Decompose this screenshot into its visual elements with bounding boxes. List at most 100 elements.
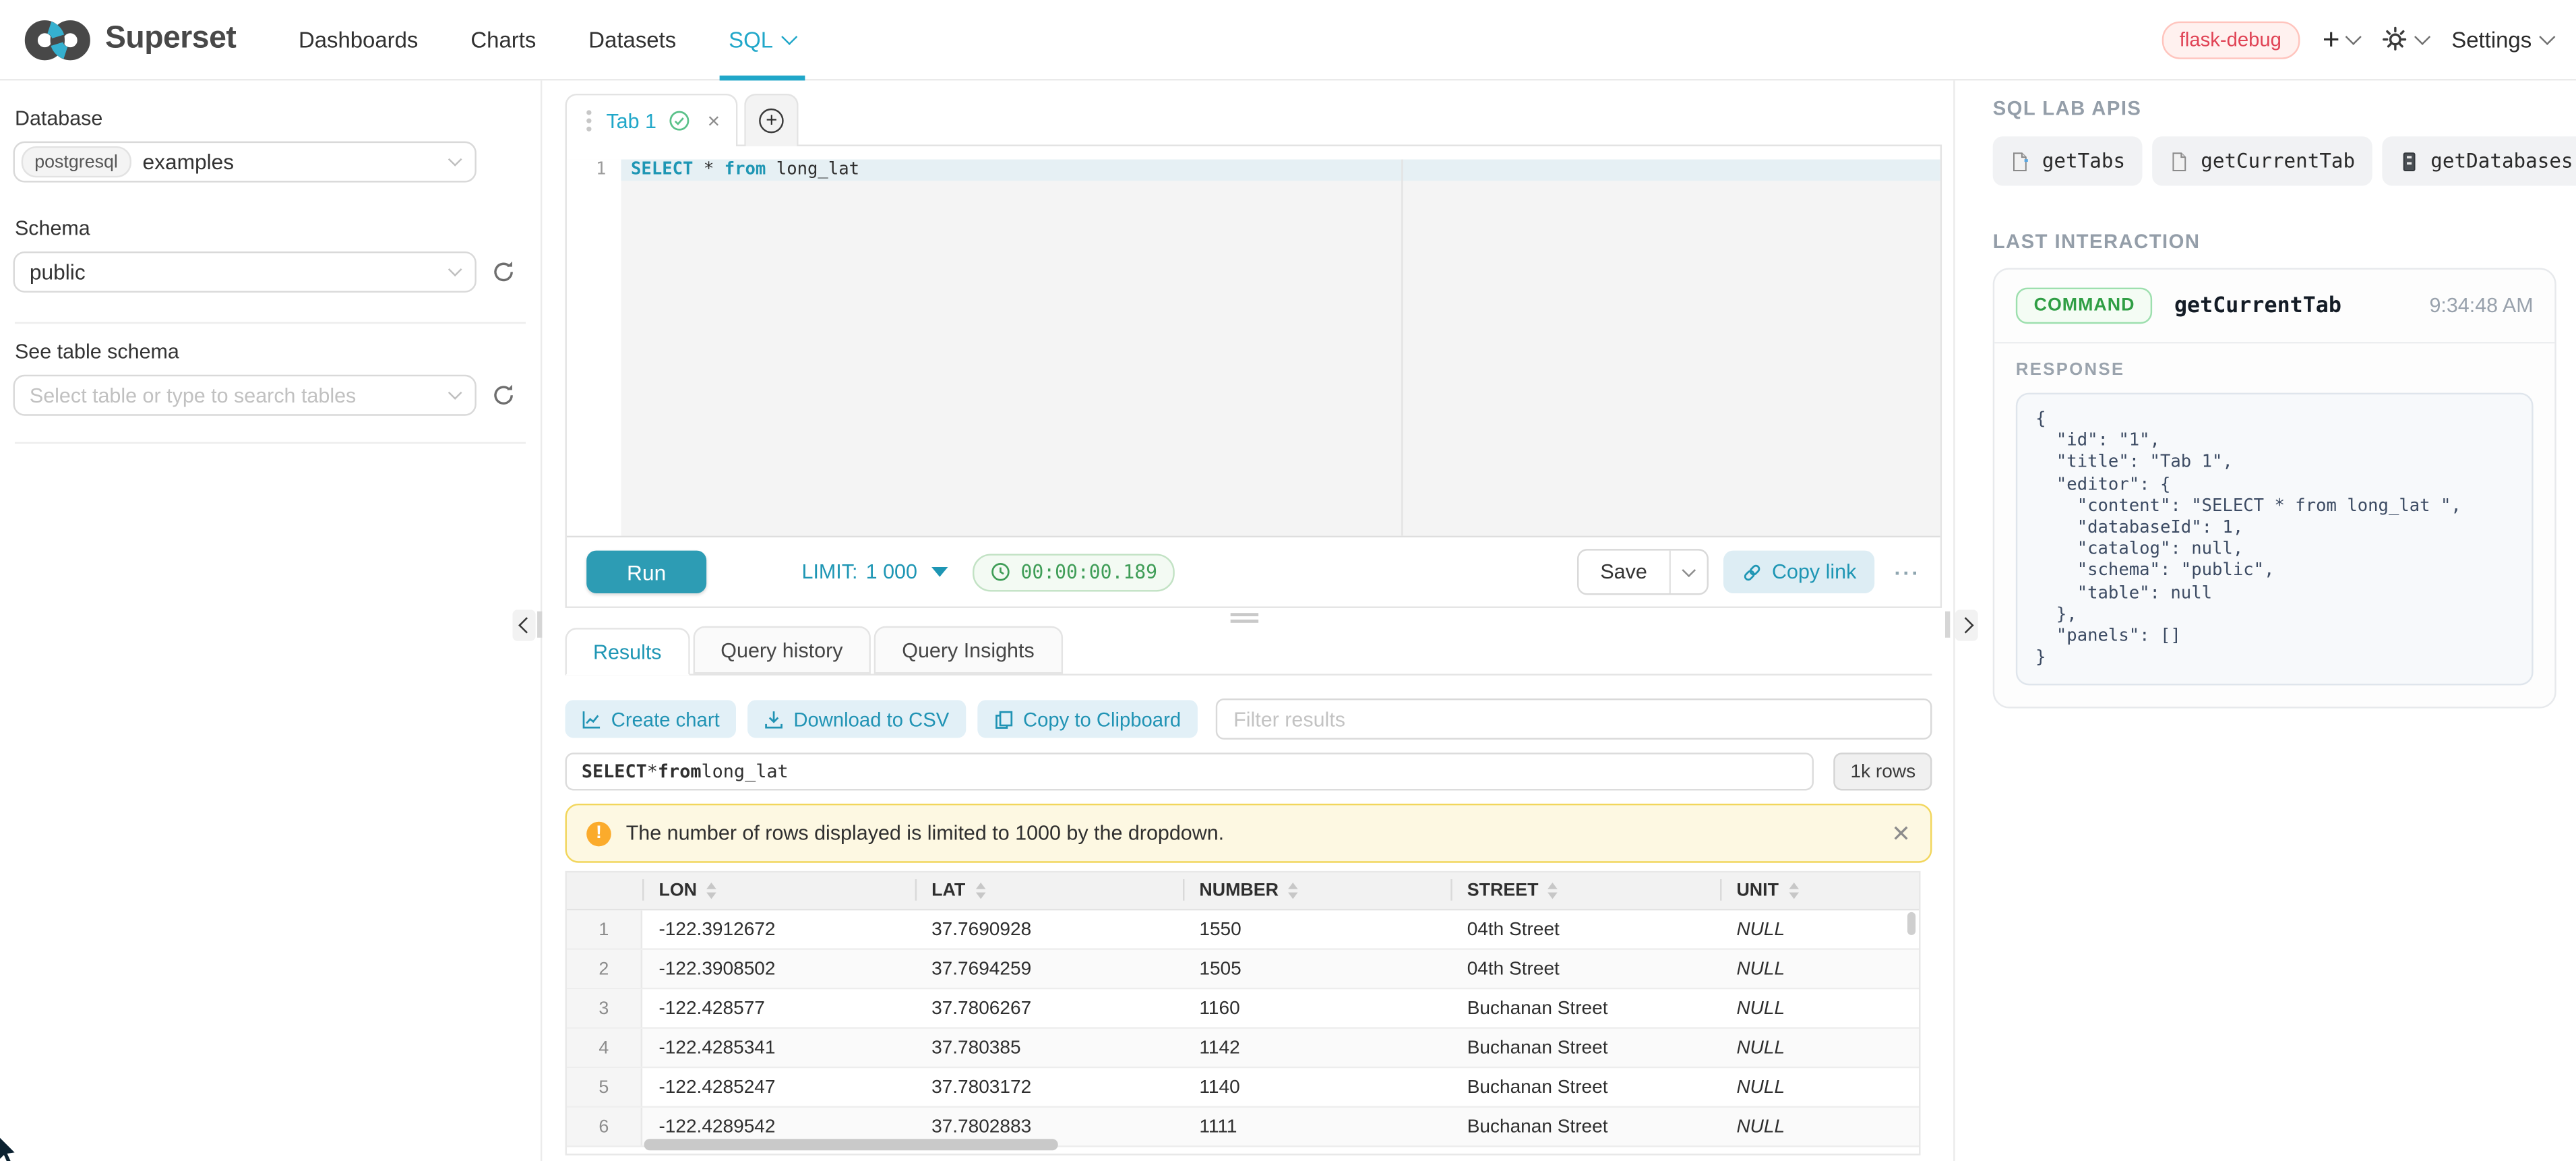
column-header-number[interactable]: NUMBER [1183, 872, 1450, 909]
sidebar-resize-grip[interactable] [537, 612, 542, 638]
get-current-tab-button[interactable]: getCurrentTab [2151, 136, 2371, 185]
schema-select[interactable]: public [13, 251, 477, 293]
api-button-label: getCurrentTab [2201, 150, 2355, 173]
add-tab-button[interactable]: + [745, 94, 799, 146]
divider [15, 322, 526, 324]
column-header-lon[interactable]: LON [642, 872, 915, 909]
column-header-street[interactable]: STREET [1450, 872, 1720, 909]
vertical-scrollbar[interactable] [1907, 912, 1915, 935]
create-chart-button[interactable]: Create chart [565, 700, 737, 738]
copy-link-button[interactable]: Copy link [1723, 551, 1874, 593]
results-actions: Create chart Download to CSV Copy to Cli… [565, 698, 1932, 740]
collapse-sidebar-button[interactable] [513, 609, 536, 641]
download-csv-button[interactable]: Download to CSV [747, 700, 966, 738]
last-interaction-title: LAST INTERACTION [1993, 230, 2556, 253]
limit-label: LIMIT: [802, 560, 858, 583]
cell-number: 1142 [1183, 1029, 1450, 1067]
editor-resize-handle[interactable] [1231, 613, 1258, 626]
sql-editor[interactable]: 1 SELECT * from long_lat [567, 159, 1940, 535]
refresh-tables-button[interactable] [491, 383, 516, 408]
row-number: 6 [567, 1108, 642, 1145]
theme-toggle-button[interactable] [2383, 26, 2428, 53]
grid-header: LON LAT NUMBER STREET UNIT [567, 872, 1919, 910]
last-interaction-card: COMMAND getCurrentTab 9:34:48 AM RESPONS… [1993, 268, 2556, 709]
sort-icon[interactable] [1289, 883, 1299, 899]
editor-code-line[interactable]: SELECT * from long_lat [631, 159, 859, 181]
close-tab-icon[interactable]: × [708, 109, 720, 133]
header-label: LAT [931, 881, 965, 901]
nav-item-dashboards[interactable]: Dashboards [272, 0, 444, 80]
sort-icon[interactable] [707, 883, 717, 899]
table-row[interactable]: 4 -122.4285341 37.780385 1142 Buchanan S… [567, 1029, 1919, 1069]
nav-item-sql-label: SQL [729, 27, 773, 52]
copy-clipboard-button[interactable]: Copy to Clipboard [977, 700, 1198, 738]
save-button[interactable]: Save [1579, 551, 1669, 593]
sort-icon[interactable] [1548, 883, 1558, 899]
superset-logo-icon [23, 18, 92, 62]
column-header-unit[interactable]: UNIT [1720, 872, 1919, 909]
schema-value: public [30, 260, 86, 285]
get-databases-button[interactable]: getDatabases [2381, 136, 2576, 185]
get-tabs-button[interactable]: getTabs [1993, 136, 2142, 185]
refresh-icon [491, 383, 516, 408]
cell-street: Buchanan Street [1450, 989, 1720, 1027]
table-schema-label: See table schema [15, 340, 528, 363]
table-select[interactable]: Select table or type to search tables [13, 375, 477, 416]
database-select[interactable]: postgresql examples [13, 142, 477, 183]
settings-menu[interactable]: Settings [2451, 27, 2553, 52]
tab-query-history[interactable]: Query history [693, 626, 871, 674]
api-button-label: getTabs [2042, 150, 2125, 173]
panel-resize-grip[interactable] [1945, 612, 1950, 638]
top-nav: Superset Dashboards Charts Datasets SQL … [0, 0, 2576, 80]
refresh-schemas-button[interactable] [491, 260, 516, 285]
more-actions-button[interactable]: ··· [1894, 560, 1920, 585]
sql-lab-page: Superset Dashboards Charts Datasets SQL … [0, 0, 2576, 1161]
api-buttons: getTabs getCurrentTab getDatabases [1993, 136, 2556, 185]
download-csv-label: Download to CSV [793, 707, 949, 730]
collapse-panel-button[interactable] [1955, 609, 1978, 641]
sql-text: long_lat [702, 761, 789, 783]
sql-keyword: from [658, 761, 702, 783]
divider [15, 442, 526, 444]
nav-item-datasets[interactable]: Datasets [562, 0, 702, 80]
filter-results-input[interactable] [1215, 698, 1932, 740]
table-row[interactable]: 2 -122.3908502 37.7694259 1505 04th Stre… [567, 950, 1919, 990]
executed-query-row: SELECT * from long_lat 1k rows [565, 752, 1932, 790]
results-tab-bar: Results Query history Query Insights [565, 626, 1932, 676]
sort-icon[interactable] [1789, 883, 1799, 899]
drag-handle-icon[interactable] [586, 119, 591, 123]
new-item-button[interactable]: + [2323, 25, 2360, 55]
run-query-button[interactable]: Run [586, 551, 706, 593]
cell-unit: NULL [1720, 1108, 1919, 1145]
limit-value: 1 000 [866, 560, 917, 583]
nav-right: flask-debug + Settings [2161, 20, 2553, 58]
nav-item-sql[interactable]: SQL [702, 0, 821, 80]
row-number-header [567, 872, 642, 909]
cell-number: 1140 [1183, 1068, 1450, 1106]
sql-editor-panel: 1 SELECT * from long_lat Run LIMIT: 1 00… [565, 145, 1942, 608]
table-row[interactable]: 5 -122.4285247 37.7803172 1140 Buchanan … [567, 1068, 1919, 1108]
chevron-down-icon [448, 262, 462, 276]
limit-dropdown[interactable]: LIMIT: 1 000 [802, 560, 949, 583]
column-header-lat[interactable]: LAT [915, 872, 1183, 909]
sql-text: * [693, 159, 724, 179]
chevron-down-icon [2345, 29, 2362, 45]
copy-icon [993, 709, 1013, 729]
warning-icon: ! [586, 821, 611, 846]
chevron-left-icon [518, 617, 534, 633]
sort-icon[interactable] [975, 883, 985, 899]
editor-tab-1[interactable]: Tab 1 × [565, 94, 738, 146]
cell-lat: 37.7690928 [915, 910, 1183, 948]
save-options-button[interactable] [1668, 551, 1706, 593]
tab-query-insights[interactable]: Query Insights [874, 626, 1062, 674]
api-button-label: getDatabases [2430, 150, 2573, 173]
copy-link-label: Copy link [1772, 560, 1856, 583]
superset-logo[interactable]: Superset [23, 18, 236, 62]
tab-results[interactable]: Results [565, 628, 689, 676]
nav-item-charts[interactable]: Charts [444, 0, 562, 80]
horizontal-scrollbar[interactable] [644, 1139, 1058, 1150]
dismiss-warning-icon[interactable]: ✕ [1891, 819, 1911, 847]
table-row[interactable]: 1 -122.3912672 37.7690928 1550 04th Stre… [567, 910, 1919, 950]
response-json: { "id": "1", "title": "Tab 1", "editor":… [2016, 393, 2534, 686]
table-row[interactable]: 3 -122.428577 37.7806267 1160 Buchanan S… [567, 989, 1919, 1029]
